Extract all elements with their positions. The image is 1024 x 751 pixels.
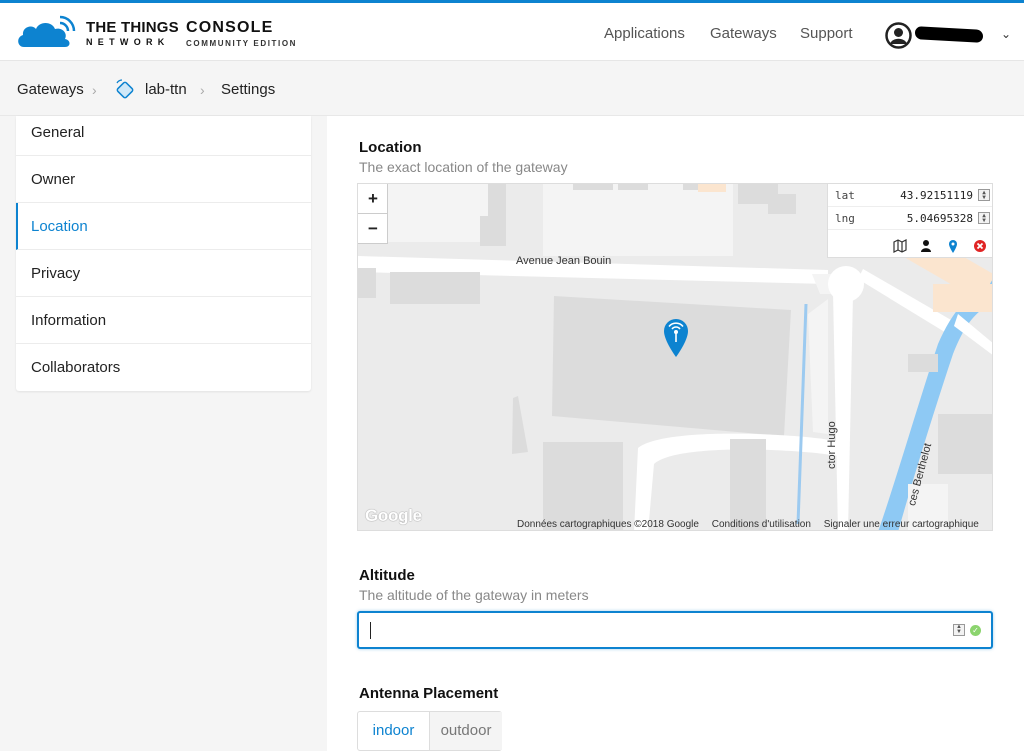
text-cursor [370, 622, 371, 639]
map-view-icon[interactable] [892, 238, 908, 254]
map-zoom-controls: + − [358, 184, 388, 244]
latitude-stepper[interactable]: ▲ ▼ [978, 189, 990, 201]
sidebar-item-location[interactable]: Location [16, 203, 311, 250]
breadcrumb: Gateways › lab-ttn › Settings [0, 62, 1024, 116]
breadcrumb-separator: › [200, 82, 205, 98]
valid-check-icon: ✓ [970, 625, 981, 636]
location-description: The exact location of the gateway [359, 159, 568, 175]
street-label-avenue-jean-bouin: Avenue Jean Bouin [516, 255, 612, 267]
antenna-indoor-option[interactable]: indoor [358, 712, 429, 750]
latitude-input[interactable]: 43.92151119 [900, 189, 973, 202]
console-subtitle: COMMUNITY EDITION [186, 39, 298, 48]
brand-line2: NETWORK [86, 37, 170, 47]
zoom-out-button[interactable]: − [358, 214, 388, 244]
gateway-marker-icon[interactable] [662, 317, 690, 357]
terms-of-use-link[interactable]: Conditions d'utilisation [712, 519, 811, 530]
brand-line1: THE THINGS [86, 19, 179, 36]
altitude-input[interactable]: ▲ ▼ ✓ [357, 611, 993, 649]
breadcrumb-separator: › [92, 82, 97, 98]
antenna-placement-toggle: indoor outdoor [357, 711, 502, 751]
person-icon[interactable] [918, 238, 934, 254]
coordinates-panel: lat 43.92151119 ▲ ▼ lng 5.04695328 ▲ ▼ [827, 184, 992, 258]
street-label-victor-hugo: ctor Hugo [826, 421, 838, 469]
top-header: THE THINGS NETWORK CONSOLE COMMUNITY EDI… [0, 3, 1024, 61]
zoom-in-button[interactable]: + [358, 184, 388, 214]
altitude-description: The altitude of the gateway in meters [359, 587, 589, 603]
antenna-outdoor-option[interactable]: outdoor [429, 712, 502, 750]
antenna-title: Antenna Placement [359, 685, 499, 702]
altitude-stepper[interactable]: ▲ ▼ [953, 624, 965, 636]
sidebar-item-information[interactable]: Information [16, 297, 311, 344]
breadcrumb-gateways[interactable]: Gateways [17, 81, 84, 98]
breadcrumb-gateway-id[interactable]: lab-ttn [145, 81, 187, 98]
location-map[interactable]: Avenue Jean Bouin ctor Hugo ces Berthelo… [357, 183, 993, 531]
user-avatar-icon[interactable] [885, 22, 912, 49]
nav-applications[interactable]: Applications [604, 25, 685, 42]
console-label: CONSOLE COMMUNITY EDITION [186, 20, 297, 48]
sidebar-item-label: Privacy [31, 265, 81, 282]
map-attribution: Données cartographiques ©2018 Google Con… [517, 519, 989, 530]
sidebar-item-label: Owner [31, 171, 76, 188]
longitude-row[interactable]: lng 5.04695328 ▲ ▼ [828, 207, 992, 230]
breadcrumb-settings: Settings [221, 81, 276, 98]
longitude-stepper[interactable]: ▲ ▼ [978, 212, 990, 224]
chevron-down-icon[interactable]: ⌄ [1001, 27, 1011, 41]
sidebar-item-privacy[interactable]: Privacy [16, 250, 311, 297]
sidebar-item-general[interactable]: General [16, 109, 311, 156]
redacted-username[interactable] [915, 26, 983, 43]
map-data-credit: Données cartographiques ©2018 Google [517, 519, 699, 530]
longitude-input[interactable]: 5.04695328 [907, 212, 973, 225]
latitude-label: lat [835, 189, 855, 202]
sidebar-item-label: Information [31, 312, 107, 329]
gateway-icon [116, 79, 134, 99]
nav-support[interactable]: Support [800, 25, 853, 42]
nav-gateways[interactable]: Gateways [710, 25, 777, 42]
sidebar-item-label: General [31, 124, 85, 141]
report-map-error-link[interactable]: Signaler une erreur cartographique [824, 519, 979, 530]
brand-wordmark[interactable]: THE THINGS NETWORK [86, 20, 179, 47]
location-title: Location [359, 139, 422, 156]
map-tools [828, 234, 992, 258]
sidebar-item-label: Collaborators [31, 359, 121, 376]
latitude-row[interactable]: lat 43.92151119 ▲ ▼ [828, 184, 992, 207]
clear-location-icon[interactable] [972, 238, 988, 254]
longitude-label: lng [835, 212, 855, 225]
sidebar-item-owner[interactable]: Owner [16, 156, 311, 203]
sidebar-item-collaborators[interactable]: Collaborators [16, 344, 311, 391]
settings-sidebar: General Owner Location Privacy Informati… [16, 116, 311, 391]
map-pin-icon[interactable] [945, 238, 961, 254]
google-logo: Google [365, 506, 422, 525]
console-title: CONSOLE [186, 19, 274, 36]
sidebar-item-label: Location [31, 218, 88, 235]
ttn-cloud-logo-icon[interactable] [16, 15, 78, 51]
altitude-title: Altitude [359, 567, 415, 584]
